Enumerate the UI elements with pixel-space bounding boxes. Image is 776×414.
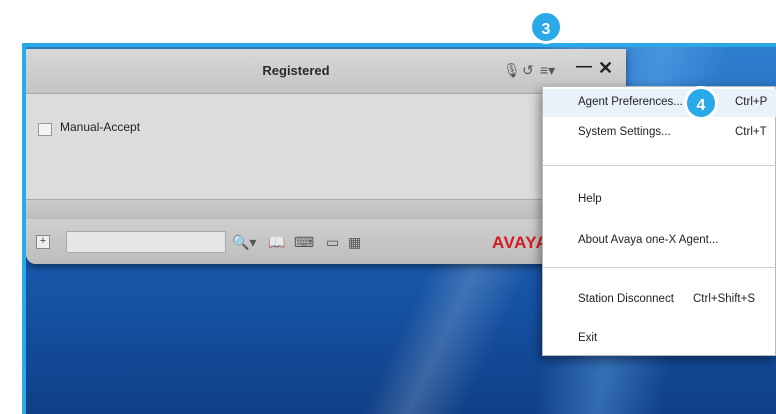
avaya-logo: AVAYA: [492, 233, 549, 252]
calendar-icon[interactable]: ▦: [348, 233, 361, 251]
menu-item-exit[interactable]: Exit: [543, 325, 776, 353]
work-area: [26, 94, 626, 198]
window-title: Registered: [262, 63, 330, 78]
search-icon[interactable]: 🔍▾: [232, 233, 256, 251]
callout-badge-4: 4: [684, 86, 718, 120]
menu-item-label: About Avaya one-X Agent...: [578, 234, 719, 246]
menu-item-agent-preferences[interactable]: Agent Preferences... Ctrl+P: [543, 89, 776, 117]
menu-item-system-settings[interactable]: System Settings... Ctrl+T: [543, 119, 776, 147]
book-icon[interactable]: 📖: [268, 233, 285, 251]
minimize-icon[interactable]: —: [576, 58, 592, 76]
menu-list-icon[interactable]: ≡▾: [540, 61, 555, 79]
menu-divider: [543, 267, 776, 268]
microphone-icon[interactable]: 🎙: [503, 61, 521, 79]
menu-item-help[interactable]: Help: [543, 186, 776, 214]
agent-window: Registered 🎙 ↺ ≡▾ — ✕ Manual-Accept + 🔍▾…: [26, 49, 626, 264]
search-input[interactable]: [66, 231, 226, 253]
window-icon[interactable]: ▭: [326, 233, 339, 251]
options-menu: Agent Preferences... Ctrl+P System Setti…: [542, 86, 776, 356]
menu-item-label: Help: [578, 193, 602, 205]
callout-badge-3: 3: [529, 10, 563, 44]
menu-divider: [543, 165, 776, 166]
menu-item-shortcut: Ctrl+P: [735, 96, 768, 108]
menu-item-label: Agent Preferences...: [578, 96, 683, 108]
menu-item-label: Exit: [578, 332, 598, 344]
menu-item-station-disconnect[interactable]: Station Disconnect Ctrl+Shift+S: [543, 286, 776, 314]
manual-accept-label: Manual-Accept: [60, 120, 141, 134]
menu-item-about[interactable]: About Avaya one-X Agent...: [543, 227, 776, 255]
menu-item-label: System Settings...: [578, 126, 671, 138]
menu-item-shortcut: Ctrl+T: [735, 126, 767, 138]
menu-item-label: Station Disconnect: [578, 293, 674, 305]
close-icon[interactable]: ✕: [598, 59, 613, 77]
separator-band: [26, 199, 626, 220]
expand-button[interactable]: +: [36, 235, 50, 249]
menu-item-shortcut: Ctrl+Shift+S: [693, 293, 755, 305]
dialpad-icon[interactable]: ⌨: [294, 233, 314, 251]
manual-accept-checkbox[interactable]: [38, 123, 52, 136]
titlebar[interactable]: Registered 🎙 ↺ ≡▾ — ✕: [26, 49, 626, 94]
callback-icon[interactable]: ↺: [522, 61, 534, 79]
